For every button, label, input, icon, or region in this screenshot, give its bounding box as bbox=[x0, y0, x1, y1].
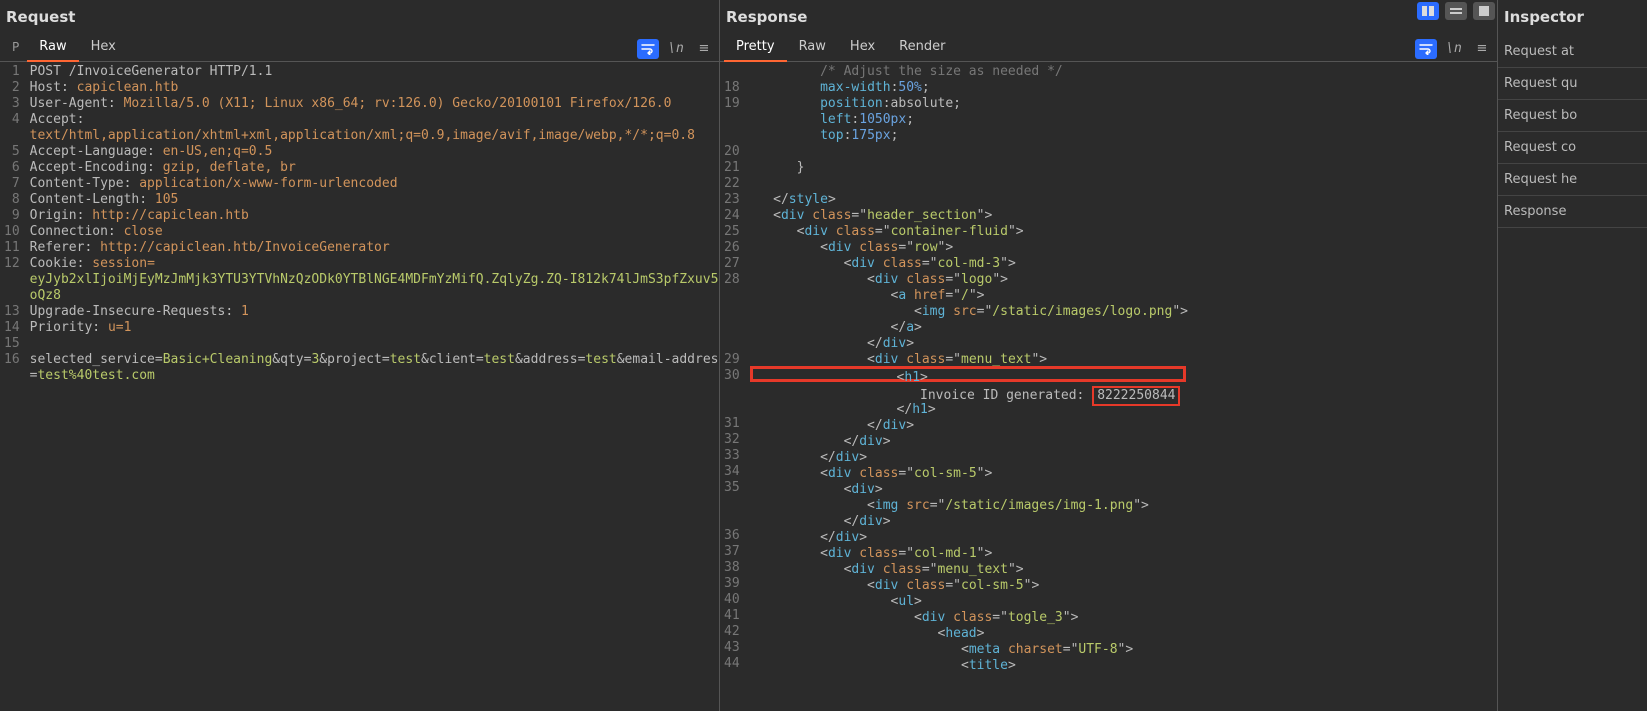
layout-buttons bbox=[1417, 2, 1495, 20]
tab-request-raw[interactable]: Raw bbox=[27, 35, 78, 62]
layout-single-button[interactable] bbox=[1473, 2, 1495, 20]
request-tabs: P Raw Hex \n ≡ bbox=[0, 36, 719, 62]
newline-toggle-button[interactable]: \n bbox=[665, 39, 687, 59]
inspector-item[interactable]: Request co bbox=[1498, 132, 1647, 164]
inspector-panel: Inspector Request atRequest quRequest bo… bbox=[1498, 0, 1647, 711]
editor-menu-button-response[interactable]: ≡ bbox=[1471, 39, 1493, 59]
tab-request-p[interactable]: P bbox=[4, 36, 27, 62]
inspector-item[interactable]: Request at bbox=[1498, 36, 1647, 68]
response-panel: Response Pretty Raw Hex Render \n ≡ 1819… bbox=[720, 0, 1498, 711]
tab-response-hex[interactable]: Hex bbox=[838, 35, 887, 62]
inspector-title: Inspector bbox=[1498, 0, 1647, 36]
request-editor[interactable]: 12345678910111213141516 POST /InvoiceGen… bbox=[0, 62, 719, 711]
tab-response-render[interactable]: Render bbox=[887, 35, 957, 62]
request-panel: Request P Raw Hex \n ≡ 12345678910111213… bbox=[0, 0, 720, 711]
tab-response-pretty[interactable]: Pretty bbox=[724, 35, 787, 62]
tab-request-hex[interactable]: Hex bbox=[79, 35, 128, 62]
highlighted-invoice-block: <h1> Invoice ID generated: 8222250844 </… bbox=[750, 366, 1187, 382]
layout-columns-button[interactable] bbox=[1417, 2, 1439, 20]
request-title: Request bbox=[0, 0, 719, 36]
response-editor[interactable]: 1819202122232425262728293031323334353637… bbox=[720, 62, 1497, 711]
inspector-item[interactable]: Response bbox=[1498, 196, 1647, 228]
layout-rows-button[interactable] bbox=[1445, 2, 1467, 20]
inspector-item[interactable]: Request qu bbox=[1498, 68, 1647, 100]
inspector-item[interactable]: Request bo bbox=[1498, 100, 1647, 132]
editor-menu-button[interactable]: ≡ bbox=[693, 39, 715, 59]
highlighted-invoice-id: 8222250844 bbox=[1092, 386, 1180, 406]
inspector-item[interactable]: Request he bbox=[1498, 164, 1647, 196]
wrap-toggle-button-response[interactable] bbox=[1415, 39, 1437, 59]
newline-toggle-button-response[interactable]: \n bbox=[1443, 39, 1465, 59]
wrap-toggle-button[interactable] bbox=[637, 39, 659, 59]
tab-response-raw[interactable]: Raw bbox=[787, 35, 838, 62]
response-title: Response bbox=[720, 0, 1497, 36]
response-tabs: Pretty Raw Hex Render \n ≡ bbox=[720, 36, 1497, 62]
